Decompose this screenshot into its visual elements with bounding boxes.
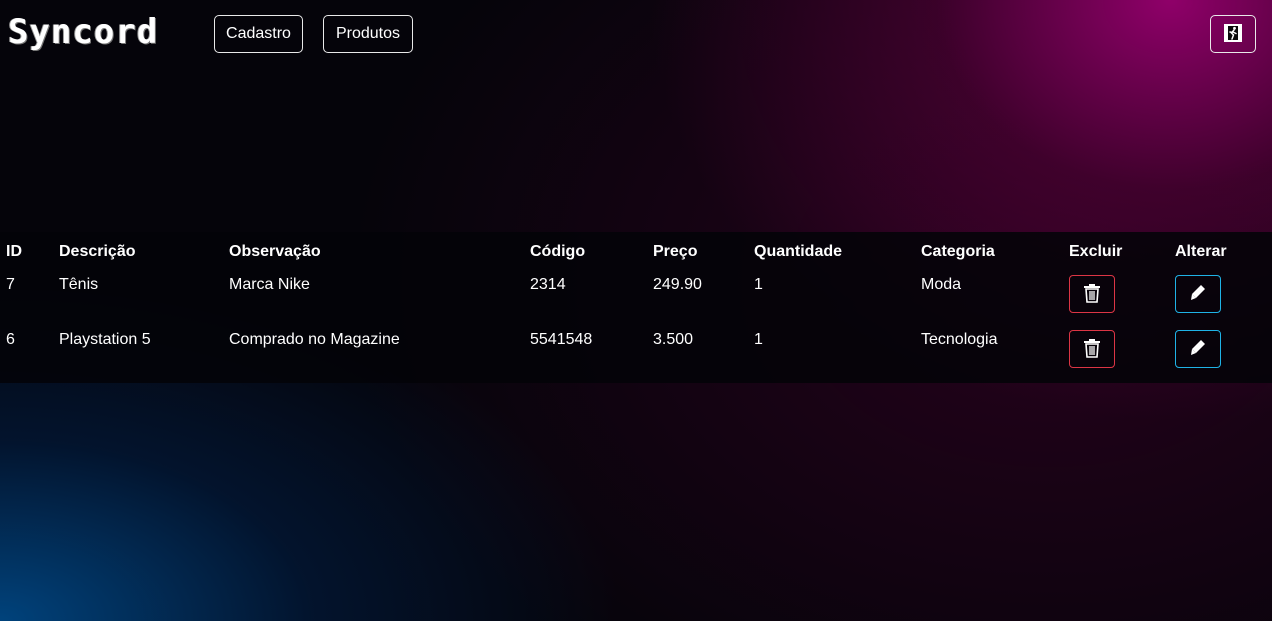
cell-excluir <box>1063 272 1169 327</box>
header-descricao: Descrição <box>59 243 136 260</box>
pencil-icon <box>1190 284 1206 305</box>
cell-id: 7 <box>6 276 15 293</box>
header-observacao: Observação <box>229 243 321 260</box>
edit-button[interactable] <box>1175 330 1221 368</box>
table-row: 7 Tênis Marca Nike 2314 249.90 1 Moda <box>0 272 1272 327</box>
nav-cadastro-button[interactable]: Cadastro <box>214 15 303 53</box>
cell-quantidade: 1 <box>754 331 763 348</box>
cell-preco: 249.90 <box>653 276 702 293</box>
nav-produtos-button[interactable]: Produtos <box>323 15 413 53</box>
cell-observacao: Marca Nike <box>229 276 310 293</box>
logo[interactable]: Syncord <box>8 12 158 52</box>
cell-id: 6 <box>6 331 15 348</box>
edit-button[interactable] <box>1175 275 1221 313</box>
cell-codigo: 5541548 <box>530 331 593 348</box>
cell-categoria: Moda <box>921 276 962 293</box>
cell-alterar <box>1169 327 1272 382</box>
cell-descricao: Tênis <box>59 276 99 293</box>
cell-quantidade: 1 <box>754 276 763 293</box>
trash-icon <box>1083 338 1101 361</box>
cell-preco: 3.500 <box>653 331 694 348</box>
cell-observacao: Comprado no Magazine <box>229 331 400 348</box>
header-categoria: Categoria <box>921 243 995 260</box>
header-preco: Preço <box>653 243 698 260</box>
cell-excluir <box>1063 327 1169 382</box>
trash-icon <box>1083 283 1101 306</box>
delete-button[interactable] <box>1069 330 1115 368</box>
header-id: ID <box>6 243 22 260</box>
products-table: ID Descrição Observação Código Preço Qua… <box>0 232 1272 382</box>
cell-categoria: Tecnologia <box>921 331 998 348</box>
exit-door-icon <box>1223 23 1243 46</box>
header-excluir: Excluir <box>1069 243 1123 260</box>
cell-codigo: 2314 <box>530 276 566 293</box>
products-table-container: ID Descrição Observação Código Preço Qua… <box>0 232 1272 383</box>
delete-button[interactable] <box>1069 275 1115 313</box>
header-alterar: Alterar <box>1175 243 1227 260</box>
logout-button[interactable] <box>1210 15 1256 53</box>
table-row: 6 Playstation 5 Comprado no Magazine 554… <box>0 327 1272 382</box>
navbar: Syncord Cadastro Produtos <box>0 0 1272 70</box>
pencil-icon <box>1190 339 1206 360</box>
cell-descricao: Playstation 5 <box>59 331 151 348</box>
header-quantidade: Quantidade <box>754 243 843 260</box>
header-codigo: Código <box>530 243 586 260</box>
table-header-row: ID Descrição Observação Código Preço Qua… <box>0 232 1272 272</box>
cell-alterar <box>1169 272 1272 327</box>
